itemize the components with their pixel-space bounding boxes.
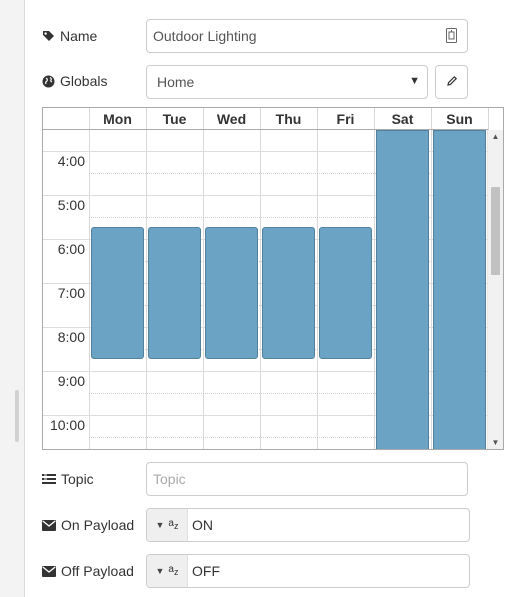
on-payload-type-button[interactable]: ▼ az [147,509,188,541]
side-panel-edge [0,0,25,597]
time-label-5: 5:00 [57,197,85,213]
day-header-tue: Tue [146,108,203,130]
envelope-icon [42,565,56,577]
day-header-mon: Mon [89,108,146,130]
time-label-7: 7:00 [57,285,85,301]
schedule-block-thu[interactable] [262,227,315,359]
on-payload-field[interactable]: ▼ az ON [146,508,470,542]
pencil-icon [446,74,458,90]
grid-column-line [431,108,432,449]
az-string-icon: az [168,564,179,578]
time-header-corner [43,108,89,130]
tag-icon [42,30,55,43]
schedule-grid[interactable]: Mon Tue Wed Thu Fri Sat Sun 4:00 5:00 6:… [42,107,504,450]
time-label-6: 6:00 [57,241,85,257]
resize-handle[interactable] [15,390,19,442]
day-header-fri: Fri [317,108,374,130]
name-label: Name [42,26,97,46]
text-field-icon [446,28,457,46]
grid-column-line [203,108,204,449]
on-payload-value[interactable]: ON [188,509,213,541]
schedule-block-sun[interactable] [433,130,486,449]
time-label-9: 9:00 [57,373,85,389]
grid-column-line [317,108,318,449]
off-payload-type-button[interactable]: ▼ az [147,555,188,587]
name-input[interactable] [146,19,468,53]
off-payload-value[interactable]: OFF [188,555,220,587]
caret-down-icon: ▼ [155,566,165,576]
grid-column-line [260,108,261,449]
globals-select-value: Home [157,74,195,90]
grid-column-line [146,108,147,449]
scroll-down-arrow-icon[interactable]: ▼ [488,438,503,447]
grid-column-line [374,108,375,449]
scroll-thumb[interactable] [491,187,500,275]
on-payload-label: On Payload [42,515,134,535]
schedule-block-mon[interactable] [91,227,144,359]
schedule-block-tue[interactable] [148,227,201,359]
edit-globals-button[interactable] [435,65,468,99]
schedule-block-fri[interactable] [319,227,372,359]
day-header-wed: Wed [203,108,260,130]
time-label-4: 4:00 [57,153,85,169]
day-header-sat: Sat [374,108,431,130]
topic-icon [42,473,56,485]
schedule-block-wed[interactable] [205,227,258,359]
off-payload-field[interactable]: ▼ az OFF [146,554,470,588]
time-label-10: 10:00 [49,417,85,433]
chevron-down-icon: ▼ [409,75,420,87]
globals-label: Globals [42,71,107,91]
off-payload-label: Off Payload [42,561,134,581]
schedule-block-sat[interactable] [376,130,429,449]
day-header-sun: Sun [431,108,488,130]
grid-column-line [89,108,90,449]
scroll-up-arrow-icon[interactable]: ▲ [488,132,503,141]
envelope-icon [42,519,56,531]
topic-input[interactable] [146,462,468,496]
schedule-scrollbar[interactable]: ▲ ▼ [487,130,503,449]
globals-select[interactable]: Home ▼ [146,65,428,99]
caret-down-icon: ▼ [155,520,165,530]
az-string-icon: az [168,518,179,532]
globe-icon [42,75,55,88]
topic-label: Topic [42,469,94,489]
time-label-8: 8:00 [57,329,85,345]
day-header-thu: Thu [260,108,317,130]
